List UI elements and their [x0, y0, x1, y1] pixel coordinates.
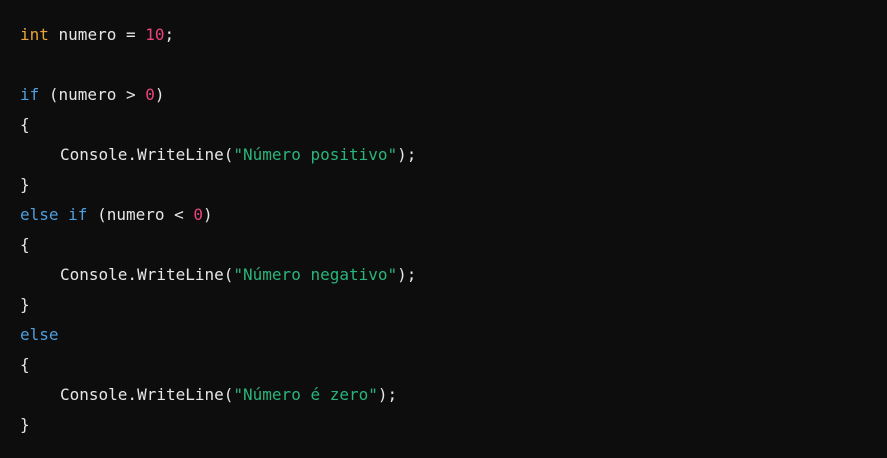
open-brace: {: [20, 235, 30, 254]
number-literal: 10: [145, 25, 165, 44]
console-call: Console.WriteLine(: [60, 265, 234, 284]
code-line-4: {: [20, 110, 887, 140]
else-if-keyword: else if: [20, 205, 88, 224]
if-keyword: if: [20, 85, 40, 104]
code-line-14: }: [20, 410, 887, 440]
open-brace: {: [20, 355, 30, 374]
else-keyword: else: [20, 325, 59, 344]
code-line-5: Console.WriteLine("Número positivo");: [20, 140, 887, 170]
string-literal: "Número é zero": [233, 385, 378, 404]
close-brace: }: [20, 295, 30, 314]
code-line-7: else if (numero < 0): [20, 200, 887, 230]
number-literal: 0: [145, 85, 155, 104]
close-brace: }: [20, 415, 30, 434]
string-literal: "Número positivo": [233, 145, 398, 164]
code-text: (numero <: [87, 205, 194, 224]
call-end: );: [377, 385, 398, 404]
code-line-10: }: [20, 290, 887, 320]
code-line-3: if (numero > 0): [20, 80, 887, 110]
code-text: ;: [164, 25, 175, 44]
code-text: ): [154, 85, 165, 104]
console-call: Console.WriteLine(: [60, 145, 234, 164]
code-line-9: Console.WriteLine("Número negativo");: [20, 260, 887, 290]
call-end: );: [397, 145, 417, 164]
code-line-11: else: [20, 320, 887, 350]
console-call: Console.WriteLine(: [60, 385, 234, 404]
open-brace: {: [20, 115, 30, 134]
string-literal: "Número negativo": [233, 265, 398, 284]
code-line-12: {: [20, 350, 887, 380]
code-line-8: {: [20, 230, 887, 260]
code-text: (numero >: [39, 85, 146, 104]
call-end: );: [397, 265, 417, 284]
code-block: int numero = 10; if (numero > 0) { Conso…: [0, 0, 887, 458]
type-keyword: int: [20, 25, 49, 44]
code-line-1: int numero = 10;: [20, 20, 887, 50]
code-text: ): [203, 205, 213, 224]
close-brace: }: [20, 175, 30, 194]
number-literal: 0: [193, 205, 204, 224]
code-line-13: Console.WriteLine("Número é zero");: [20, 380, 887, 410]
code-line-6: }: [20, 170, 887, 200]
code-text: numero =: [48, 25, 146, 44]
